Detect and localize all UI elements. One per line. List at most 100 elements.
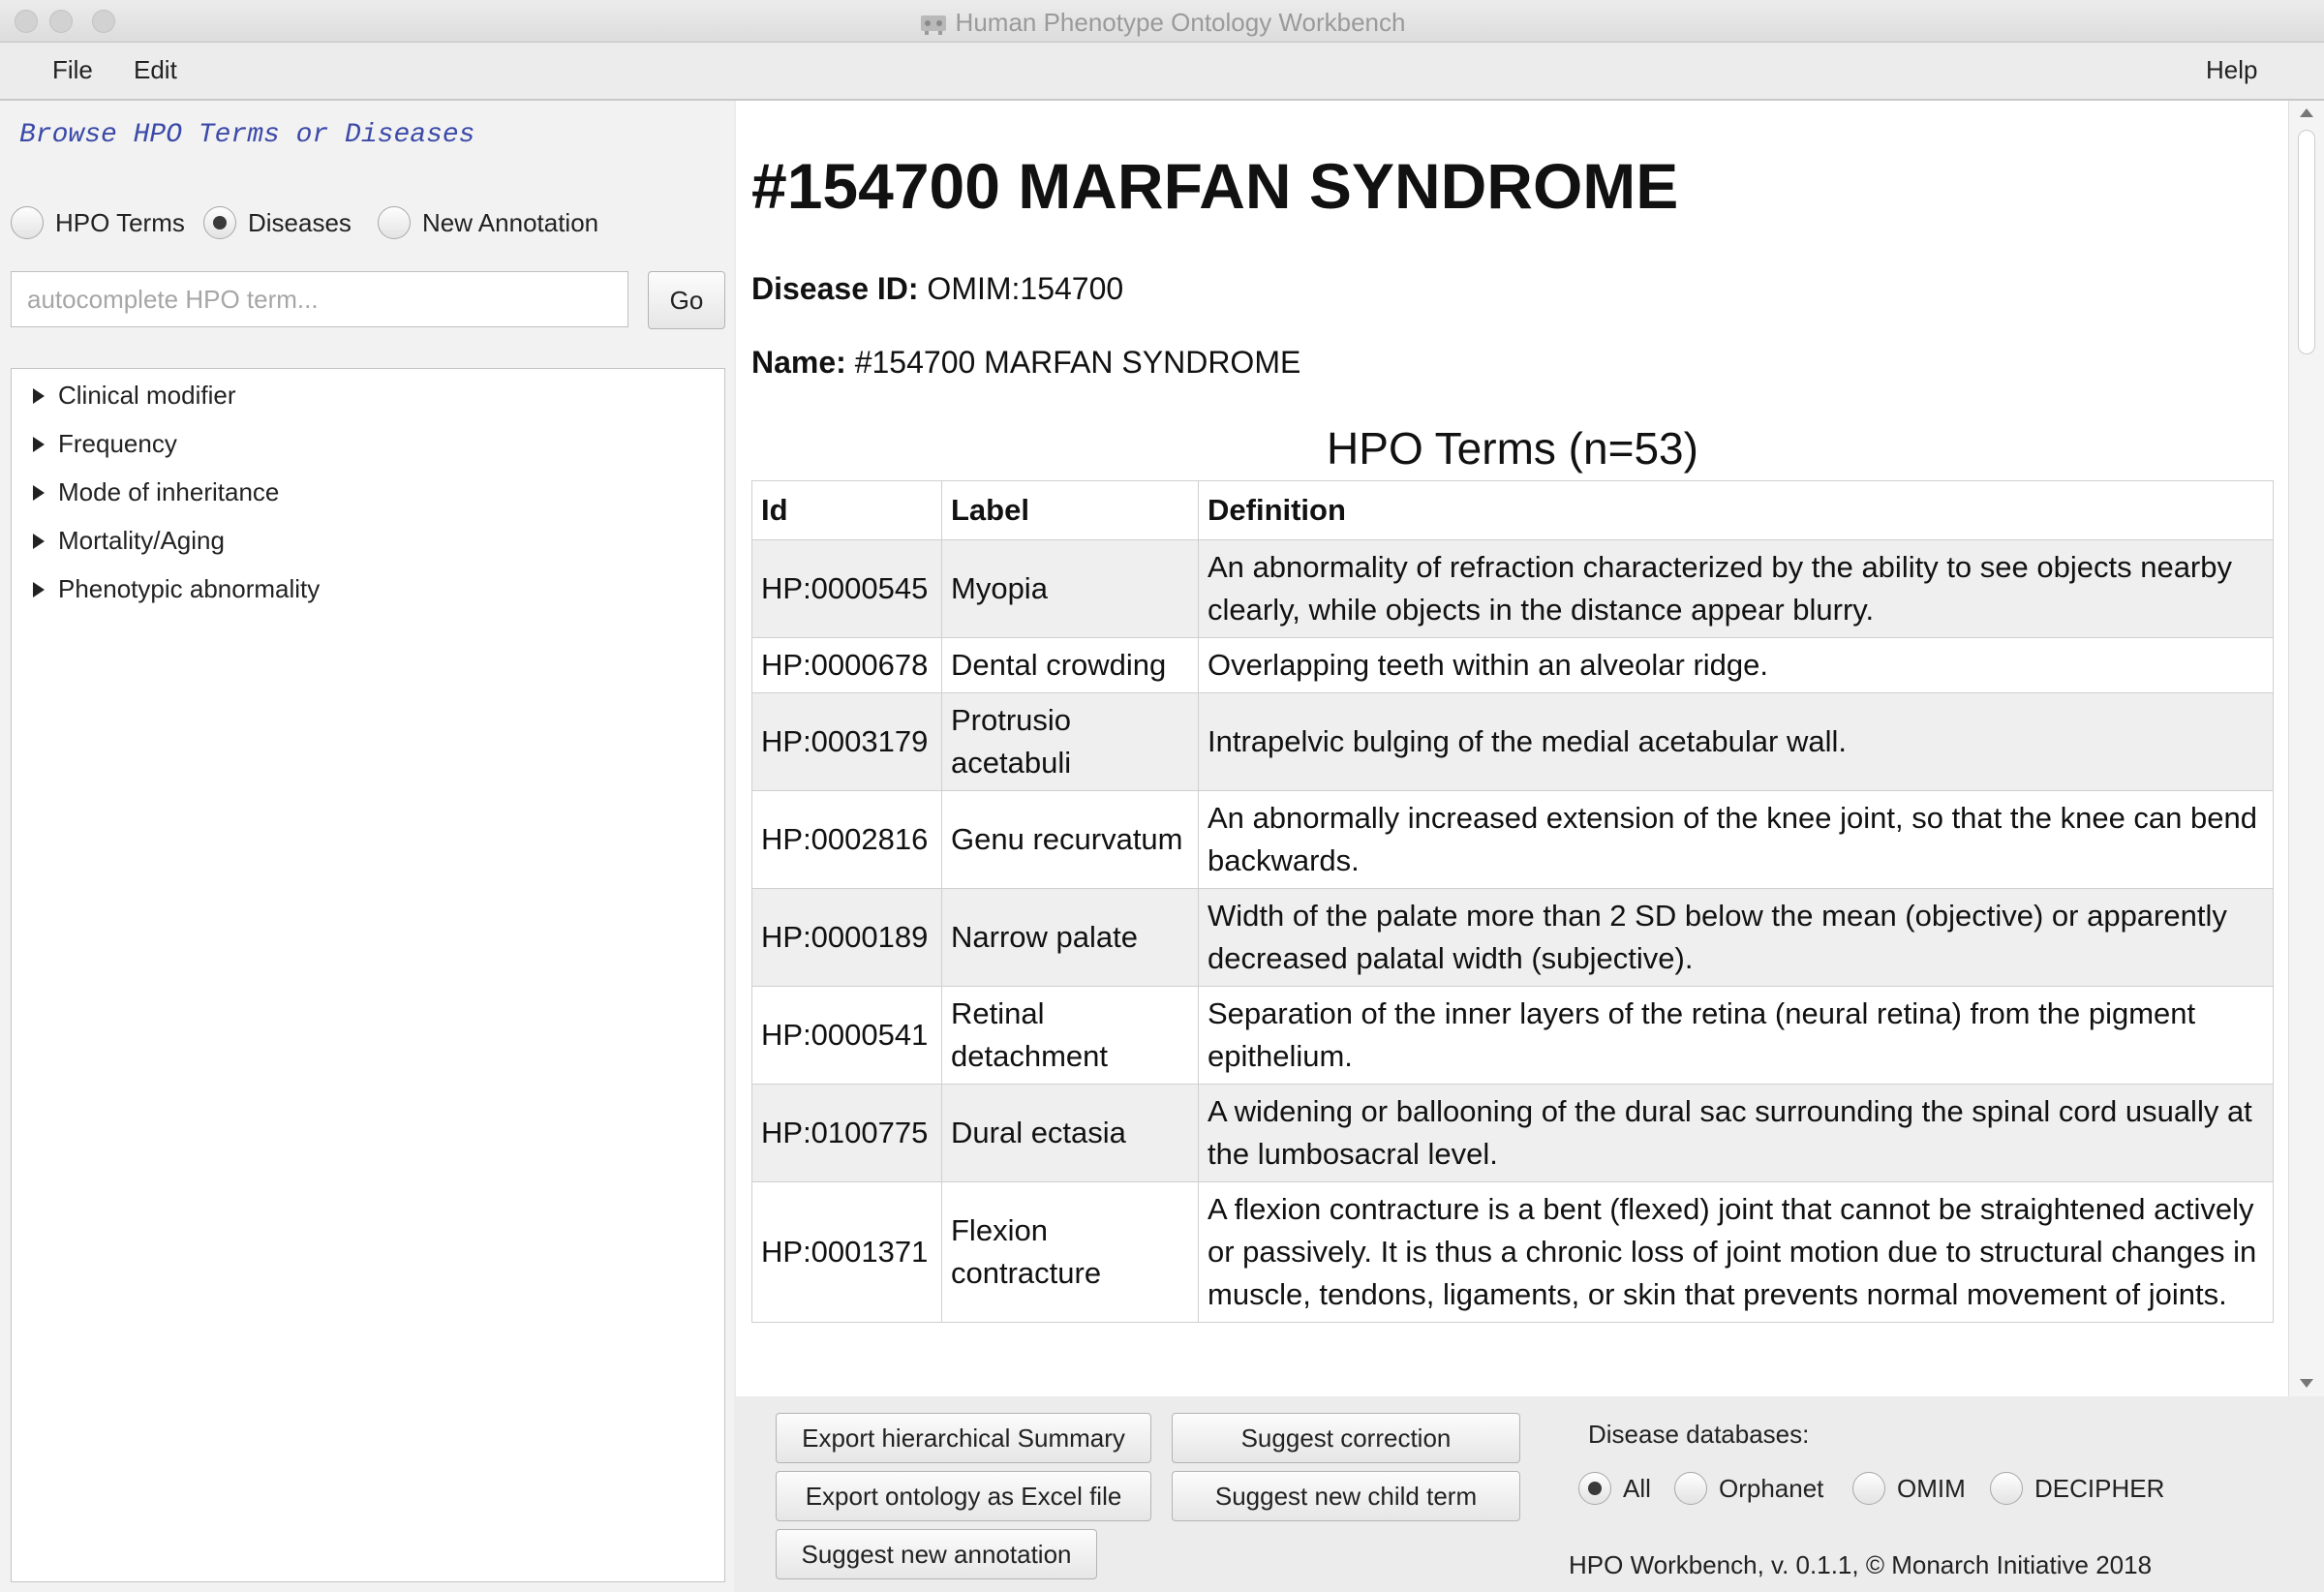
cell-label: Dental crowding: [941, 637, 1199, 693]
tree-item-clinical-modifier[interactable]: Clinical modifier: [33, 381, 236, 411]
cell-id: HP:0100775: [751, 1084, 942, 1182]
table-row[interactable]: HP:0001371 Flexion contracture A flexion c…: [751, 1181, 2274, 1323]
scrollbar-thumb[interactable]: [2298, 130, 2315, 354]
ontology-tree[interactable]: Clinical modifier Frequency Mode of inhe…: [11, 368, 725, 1582]
expand-arrow-icon[interactable]: [33, 387, 45, 404]
cell-definition: Width of the palate more than 2 SD below…: [1198, 888, 2274, 987]
db-all-label: All: [1623, 1473, 1651, 1503]
table-row[interactable]: HP:0002816 Genu recurvatum An abnormally i…: [751, 790, 2274, 889]
cell-label: Retinal detachment: [941, 986, 1199, 1085]
hpo-terms-table: Id Label Definition HP:0000545 Myopia An a…: [751, 480, 2274, 1323]
cell-label: Myopia: [941, 539, 1199, 638]
table-row[interactable]: HP:0003179 Protrusio acetabuli Intrapelvic…: [751, 692, 2274, 791]
table-row[interactable]: HP:0000545 Myopia An abnormality of refrac…: [751, 539, 2274, 638]
cell-definition: A flexion contracture is a bent (flexed)…: [1198, 1181, 2274, 1323]
disease-id-value: OMIM:154700: [927, 271, 1124, 306]
suggest-child-term-button[interactable]: Suggest new child term: [1172, 1471, 1520, 1521]
cell-definition: A widening or ballooning of the dural sa…: [1198, 1084, 2274, 1182]
disease-name-line: Name: #154700 MARFAN SYNDROME: [751, 345, 1300, 381]
tree-item-mode-of-inheritance[interactable]: Mode of inheritance: [33, 477, 279, 507]
radio-db-all[interactable]: [1578, 1472, 1611, 1505]
column-header-label: Label: [941, 480, 1199, 540]
table-row[interactable]: HP:0000541 Retinal detachment Separation o…: [751, 986, 2274, 1085]
menu-help[interactable]: Help: [2206, 55, 2257, 85]
radio-selected-dot: [213, 216, 227, 230]
search-input[interactable]: [11, 271, 628, 327]
tree-item-label: Clinical modifier: [58, 381, 236, 410]
cell-id: HP:0000189: [751, 888, 942, 987]
window-title-wrap: Human Phenotype Ontology Workbench: [0, 8, 2324, 38]
menu-bar: File Edit Help: [0, 43, 2324, 101]
disease-id-line: Disease ID: OMIM:154700: [751, 271, 1123, 307]
mode-new-annotation-label: New Annotation: [422, 207, 599, 237]
radio-db-orphanet[interactable]: [1674, 1472, 1707, 1505]
tree-item-label: Mortality/Aging: [58, 526, 225, 555]
table-row[interactable]: HP:0000189 Narrow palate Width of the pala…: [751, 888, 2274, 987]
disease-detail-view[interactable]: #154700 MARFAN SYNDROME Disease ID: OMIM…: [736, 101, 2288, 1396]
mode-diseases[interactable]: Diseases: [203, 203, 352, 242]
cell-id: HP:0003179: [751, 692, 942, 791]
column-header-definition: Definition: [1198, 480, 2274, 540]
db-orphanet-label: Orphanet: [1719, 1473, 1824, 1503]
disease-name-label: Name:: [751, 345, 846, 380]
tree-item-label: Frequency: [58, 429, 177, 458]
disease-id-label: Disease ID:: [751, 271, 919, 306]
radio-db-decipher[interactable]: [1990, 1472, 2023, 1505]
cell-id: HP:0002816: [751, 790, 942, 889]
db-omim-label: OMIM: [1897, 1473, 1966, 1503]
cell-definition: Overlapping teeth within an alveolar rid…: [1198, 637, 2274, 693]
db-option-omim[interactable]: OMIM: [1852, 1469, 1966, 1508]
cell-definition: Intrapelvic bulging of the medial acetab…: [1198, 692, 2274, 791]
cell-definition: An abnormality of refraction characteriz…: [1198, 539, 2274, 638]
app-icon: [920, 15, 946, 35]
scroll-up-arrow-icon[interactable]: [2300, 108, 2313, 117]
export-summary-button[interactable]: Export hierarchical Summary: [776, 1413, 1151, 1463]
suggest-annotation-button[interactable]: Suggest new annotation: [776, 1529, 1097, 1579]
cell-id: HP:0000545: [751, 539, 942, 638]
cell-definition: An abnormally increased extension of the…: [1198, 790, 2274, 889]
cell-label: Narrow palate: [941, 888, 1199, 987]
cell-definition: Separation of the inner layers of the re…: [1198, 986, 2274, 1085]
expand-arrow-icon[interactable]: [33, 484, 45, 501]
disease-name-value: #154700 MARFAN SYNDROME: [854, 345, 1301, 380]
suggest-correction-button[interactable]: Suggest correction: [1172, 1413, 1520, 1463]
column-header-id: Id: [751, 480, 942, 540]
table-row[interactable]: HP:0000678 Dental crowding Overlapping tee…: [751, 637, 2274, 693]
cell-label: Dural ectasia: [941, 1084, 1199, 1182]
tree-item-frequency[interactable]: Frequency: [33, 429, 177, 459]
cell-id: HP:0001371: [751, 1181, 942, 1323]
disease-databases-label: Disease databases:: [1588, 1420, 1810, 1449]
expand-arrow-icon[interactable]: [33, 436, 45, 452]
radio-hpo-terms[interactable]: [11, 206, 44, 239]
window-title-bar: Human Phenotype Ontology Workbench: [0, 0, 2324, 43]
cell-id: HP:0000678: [751, 637, 942, 693]
mode-new-annotation[interactable]: New Annotation: [378, 203, 598, 242]
db-option-all[interactable]: All: [1578, 1469, 1651, 1508]
disease-heading: #154700 MARFAN SYNDROME: [751, 150, 1679, 222]
expand-arrow-icon[interactable]: [33, 581, 45, 597]
table-header-row: Id Label Definition: [751, 480, 2274, 540]
hpo-table-title: HPO Terms (n=53): [1327, 423, 1698, 474]
table-row[interactable]: HP:0100775 Dural ectasia A widening or bal…: [751, 1084, 2274, 1182]
menu-edit[interactable]: Edit: [134, 55, 177, 85]
db-decipher-label: DECIPHER: [2034, 1473, 2165, 1503]
tree-item-phenotypic-abnormality[interactable]: Phenotypic abnormality: [33, 574, 320, 604]
content-scrollbar[interactable]: [2288, 101, 2324, 1396]
radio-diseases[interactable]: [203, 206, 236, 239]
mode-diseases-label: Diseases: [248, 207, 352, 237]
menu-file[interactable]: File: [52, 55, 93, 85]
cell-label: Flexion contracture: [941, 1181, 1199, 1323]
go-button[interactable]: Go: [648, 271, 725, 329]
mode-hpo-terms[interactable]: HPO Terms: [11, 203, 185, 242]
tree-item-mortality-aging[interactable]: Mortality/Aging: [33, 526, 225, 556]
mode-hpo-terms-label: HPO Terms: [55, 207, 185, 237]
radio-new-annotation[interactable]: [378, 206, 411, 239]
db-option-decipher[interactable]: DECIPHER: [1990, 1469, 2164, 1508]
expand-arrow-icon[interactable]: [33, 533, 45, 549]
footer-version: HPO Workbench, v. 0.1.1, © Monarch Initi…: [1569, 1550, 2153, 1579]
radio-selected-dot: [1588, 1482, 1602, 1495]
db-option-orphanet[interactable]: Orphanet: [1674, 1469, 1823, 1508]
radio-db-omim[interactable]: [1852, 1472, 1885, 1505]
export-excel-button[interactable]: Export ontology as Excel file: [776, 1471, 1151, 1521]
scroll-down-arrow-icon[interactable]: [2300, 1379, 2313, 1388]
